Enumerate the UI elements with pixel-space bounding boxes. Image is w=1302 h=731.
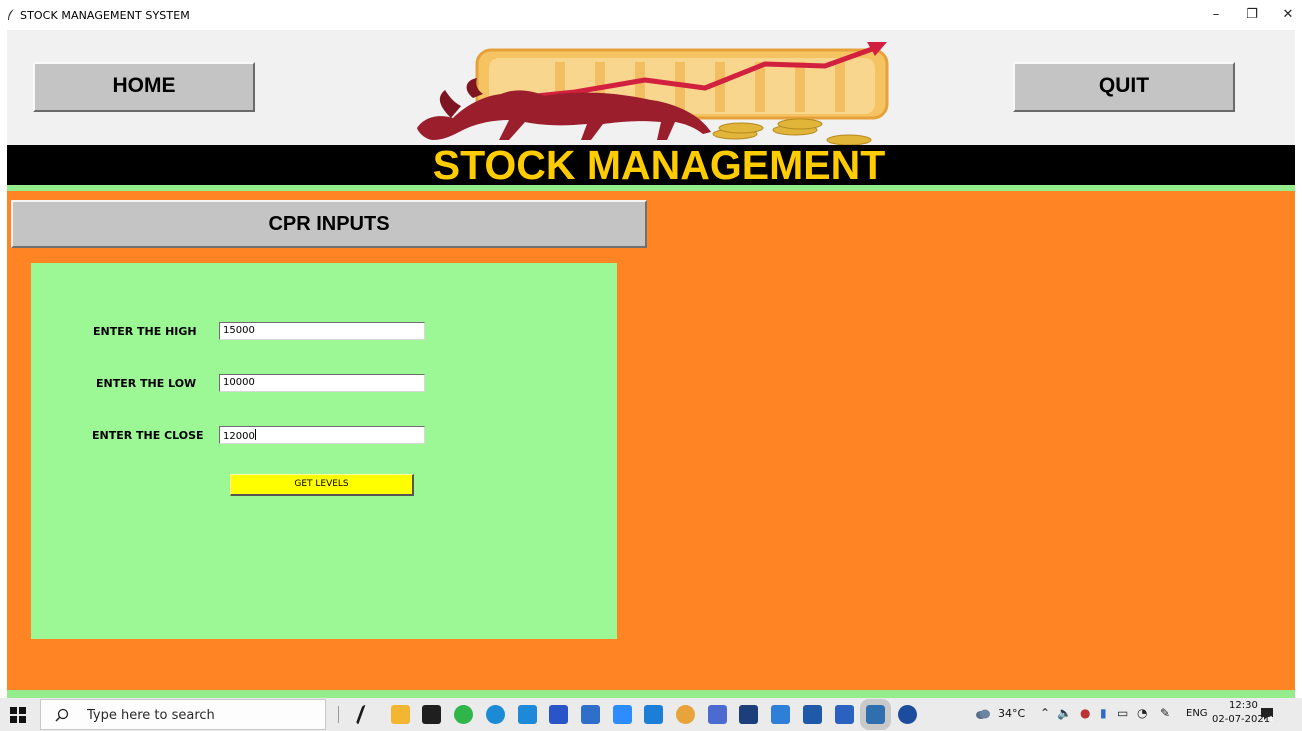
bottom-stripe <box>7 690 1295 698</box>
search-icon <box>55 708 69 722</box>
pycharm-icon[interactable] <box>422 705 441 724</box>
low-label: ENTER THE LOW <box>96 377 197 390</box>
app-window: HOME QUIT STOCK MANAGEMENT CPR INPUTS EN… <box>7 30 1295 698</box>
window-title: STOCK MANAGEMENT SYSTEM <box>20 9 190 22</box>
messenger-icon[interactable] <box>581 705 600 724</box>
high-label: ENTER THE HIGH <box>93 325 197 338</box>
divider-stripe <box>7 185 1295 191</box>
get-levels-button[interactable]: GET LEVELS <box>230 474 414 496</box>
banner-title: STOCK MANAGEMENT <box>432 142 886 188</box>
cloud-icon <box>976 709 990 719</box>
mail-icon[interactable] <box>518 705 537 724</box>
word-icon[interactable] <box>835 705 854 724</box>
taskbar: Type here to search 34°C ⌃ 🔈 ● ▮ ▭ ◔ ✎ E… <box>0 698 1302 731</box>
clock-time[interactable]: 12:30 <box>1229 700 1258 711</box>
title-banner: STOCK MANAGEMENT <box>7 142 1295 188</box>
pen-workspace-icon[interactable]: ✎ <box>1160 706 1170 720</box>
close-input[interactable]: 12000 <box>219 426 425 444</box>
microphone-icon[interactable]: ▮ <box>1100 706 1107 720</box>
pen-icon[interactable] <box>771 705 790 724</box>
chrome-icon[interactable] <box>676 705 695 724</box>
battery-icon[interactable]: ▭ <box>1117 706 1128 720</box>
calculator-icon[interactable] <box>803 705 822 724</box>
low-input[interactable]: 10000 <box>219 374 425 392</box>
search-placeholder: Type here to search <box>87 708 215 723</box>
cpr-input-panel: ENTER THE HIGH 15000 ENTER THE LOW 10000… <box>31 263 617 639</box>
weather-temperature[interactable]: 34°C <box>998 707 1025 720</box>
home-button[interactable]: HOME <box>33 62 255 112</box>
quit-button[interactable]: QUIT <box>1013 62 1235 112</box>
close-label: ENTER THE CLOSE <box>92 429 204 442</box>
minimize-button[interactable]: – <box>1196 4 1236 26</box>
wifi-icon[interactable]: ◔ <box>1137 706 1147 720</box>
speaker-icon[interactable]: 🔈 <box>1057 706 1072 720</box>
cortana-ring-icon[interactable] <box>454 705 473 724</box>
feather-icon <box>8 9 14 20</box>
high-input[interactable]: 15000 <box>219 322 425 340</box>
edge-icon[interactable] <box>486 705 505 724</box>
dropbox-icon[interactable] <box>549 705 568 724</box>
input-language[interactable]: ENG <box>1186 708 1208 719</box>
zoom-icon[interactable] <box>613 705 632 724</box>
notification-count: 1 <box>1269 715 1273 722</box>
chevron-up-icon[interactable]: ⌃ <box>1040 706 1050 720</box>
file-explorer-icon[interactable] <box>391 705 410 724</box>
window-title-bar: STOCK MANAGEMENT SYSTEM – ❐ ✕ <box>0 0 1302 30</box>
python-icon[interactable] <box>860 699 891 730</box>
text-caret <box>254 429 256 440</box>
maximize-button[interactable]: ❐ <box>1232 4 1272 26</box>
close-input-value: 12000 <box>223 431 255 442</box>
bull-stock-chart-logo <box>417 42 889 146</box>
vscode-icon[interactable] <box>644 705 663 724</box>
windows-start-icon[interactable] <box>10 707 26 723</box>
drive-icon[interactable] <box>708 705 727 724</box>
cloud-sync-icon[interactable]: ● <box>1080 706 1090 720</box>
section-title: CPR INPUTS <box>11 200 647 248</box>
taskbar-search-box[interactable]: Type here to search <box>40 699 326 730</box>
app-header: HOME QUIT <box>7 30 1295 146</box>
app-bolt-icon[interactable] <box>355 705 373 724</box>
close-button[interactable]: ✕ <box>1268 4 1302 26</box>
terminal-icon[interactable] <box>739 705 758 724</box>
notification-icon[interactable]: 1 <box>1259 706 1275 722</box>
taskbar-separator <box>338 706 339 723</box>
help-icon[interactable] <box>898 705 917 724</box>
